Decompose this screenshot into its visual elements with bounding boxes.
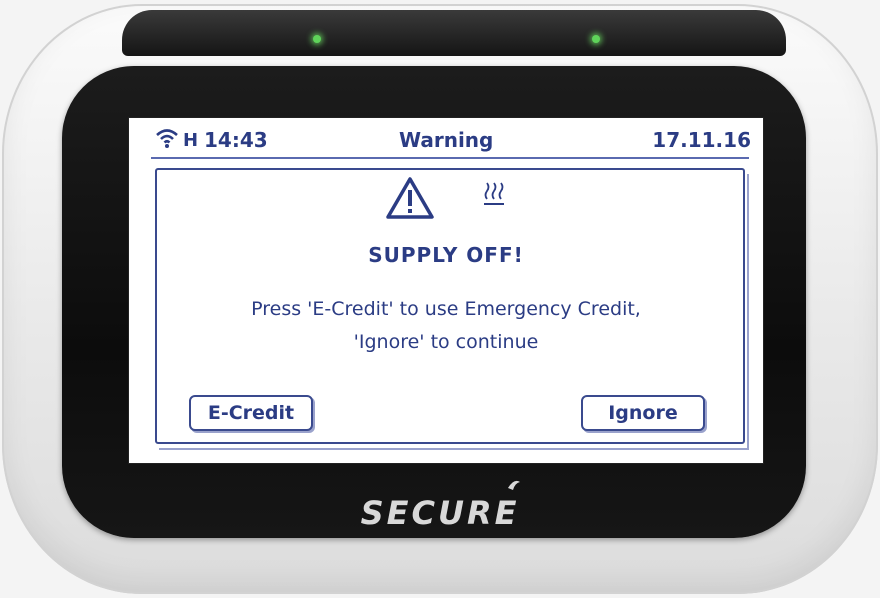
message-line-2: 'Ignore' to continue [353, 331, 539, 353]
screen-title: Warning [399, 128, 494, 152]
e-credit-button[interactable]: E-Credit [189, 395, 313, 431]
message-line-1: Press 'E-Credit' to use Emergency Credit… [251, 298, 641, 320]
status-divider [151, 157, 749, 159]
status-led-right [592, 35, 600, 43]
status-bar: H 14:43 Warning 17.11.16 [129, 118, 763, 159]
ignore-button[interactable]: Ignore [581, 395, 705, 431]
signal-type-label: H [183, 130, 199, 151]
brand-mark-icon [508, 480, 520, 490]
heat-icon [484, 182, 504, 205]
status-led-left [313, 35, 321, 43]
wifi-icon [156, 129, 178, 148]
dialog-message: Press 'E-Credit' to use Emergency Credit… [129, 293, 763, 359]
device-top-band [122, 10, 786, 56]
clock-time: 14:43 [204, 128, 268, 152]
date-display: 17.11.16 [652, 128, 751, 152]
brand-logo: SECURE [360, 494, 520, 532]
warning-triangle-icon [386, 177, 434, 219]
dialog-heading: SUPPLY OFF! [368, 243, 524, 267]
display-screen: H 14:43 Warning 17.11.16 SUPPLY OFF! Pre… [128, 117, 764, 464]
